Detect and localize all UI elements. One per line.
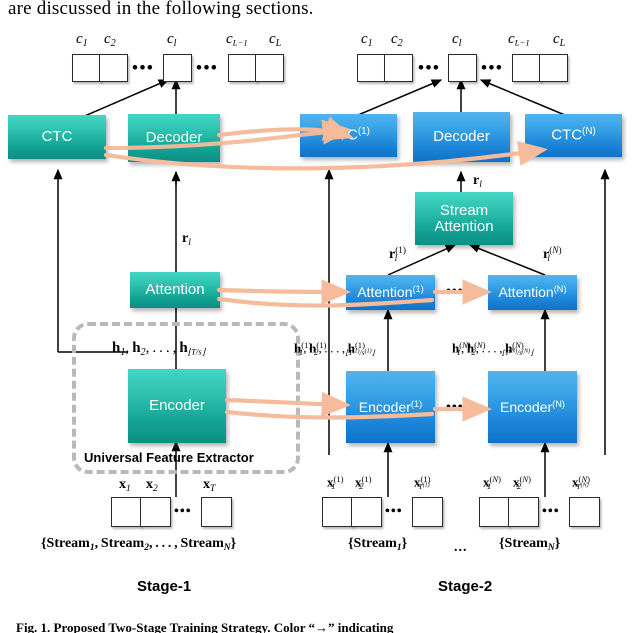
stage2-input-ellipsis-n: •••: [542, 504, 560, 519]
stage2-edge-label-rl-1: r(1)l: [389, 245, 406, 264]
stage1-stream-set-label: {Stream1, Stream2, . . . , StreamN}: [41, 536, 237, 553]
node-stage2-attention-n[interactable]: Attention(N): [488, 275, 577, 310]
stage2-input-label-x1-n: x(N)1: [483, 474, 501, 492]
node-stage2-ctc-1[interactable]: CTC(1): [300, 114, 397, 157]
stage2-input-cell: [322, 497, 353, 527]
stage2-edge-label-h-n: h(N)1, h(N)2, . . . , h(N)⌊T(N)/s(N)⌋: [452, 340, 534, 358]
stage2-output-cell-cl: [448, 54, 477, 82]
stage1-input-cell: [140, 497, 171, 527]
stage1-token-label-c2: c2: [104, 31, 116, 50]
stage2-input-label-xT-1: x(1)T(1): [414, 474, 431, 491]
stage2-input-label-x2-1: x(1)2: [355, 474, 372, 492]
stage1-output-ellipsis-right: •••: [196, 58, 219, 77]
stage2-token-label-cL: cL: [553, 31, 566, 50]
stage1-input-label-xT: xT: [203, 477, 216, 494]
stage1-token-label-cl: cl: [167, 31, 177, 50]
node-stage2-encoder-1-label: Encoder(1): [358, 398, 423, 415]
node-stage2-ctc-n-label: CTC(N): [551, 126, 596, 144]
stage2-output-cell: [539, 54, 568, 82]
node-stage2-attention-n-label: Attention(N): [498, 284, 567, 301]
stage1-output-cell: [228, 54, 257, 82]
stage2-output-cell: [357, 54, 386, 82]
node-stage2-decoder-label: Decoder: [433, 128, 490, 146]
node-stage2-attention-1-label: Attention(1): [357, 284, 424, 301]
node-stage2-decoder[interactable]: Decoder: [413, 112, 510, 162]
stage2-input-label-xT-n: x(N)T(N): [572, 474, 590, 491]
stage1-output-cell: [255, 54, 284, 82]
stage2-input-ellipsis-1: •••: [385, 504, 403, 519]
stage2-input-cell: [412, 497, 443, 527]
node-stage2-encoder-1[interactable]: Encoder(1): [346, 371, 435, 443]
stage2-input-label-x2-n: x(N)2: [513, 474, 531, 492]
stage2-input-cell: [479, 497, 510, 527]
node-stage2-stream-attention-line2: Attention: [434, 217, 494, 235]
stage2-input-cell: [569, 497, 600, 527]
stage2-attention-ellipsis: •••: [446, 284, 464, 299]
node-stage1-ctc-label: CTC: [41, 128, 73, 146]
node-stage2-ctc-1-label: CTC(1): [327, 126, 370, 144]
stage1-edge-label-rl: rl: [182, 231, 191, 248]
stage2-edge-label-rl-n: r(N)l: [543, 245, 562, 264]
node-stage2-stream-attention[interactable]: Stream Attention: [415, 192, 513, 245]
stage2-token-label-c2: c2: [391, 31, 403, 50]
stage1-input-ellipsis: •••: [174, 504, 192, 519]
stage2-stream-between-ellipsis: ...: [454, 540, 468, 555]
stage2-title: Stage-2: [438, 578, 493, 595]
stage1-output-cell: [72, 54, 101, 82]
node-stage2-encoder-n-label: Encoder(N): [500, 398, 565, 415]
stage1-input-cell: [111, 497, 142, 527]
stage2-input-label-x1-1: x(1)1: [327, 474, 344, 492]
stage1-input-label-x1: x1: [119, 477, 131, 494]
stage1-token-label-cL1: cL−1: [226, 31, 248, 48]
stage2-output-ellipsis-right: •••: [481, 58, 504, 77]
stage2-input-cell: [351, 497, 382, 527]
node-stage1-decoder-label: Decoder: [145, 129, 203, 147]
stage2-stream-n-label: {StreamN}: [499, 536, 561, 553]
stage2-stream-1-label: {Stream1}: [348, 536, 408, 553]
node-stage2-ctc-n[interactable]: CTC(N): [525, 114, 622, 157]
stage1-input-label-x2: x2: [146, 477, 158, 494]
stage2-output-cell: [384, 54, 413, 82]
stage2-token-label-cL1: cL−1: [508, 31, 530, 48]
figure-canvas: are discussed in the following sections.: [0, 0, 640, 633]
stage1-output-cell-cl: [163, 54, 192, 82]
universal-feature-extractor-label: Universal Feature Extractor: [84, 450, 254, 465]
node-stage2-stream-attention-line1: Stream: [439, 201, 489, 219]
stage1-input-cell: [201, 497, 232, 527]
node-stage2-encoder-n[interactable]: Encoder(N): [488, 371, 577, 443]
stage1-title: Stage-1: [137, 578, 192, 595]
stage2-token-label-c1: c1: [361, 31, 373, 50]
stage2-output-cell: [512, 54, 541, 82]
stage2-token-label-cl: cl: [452, 31, 462, 50]
stage1-output-cell: [99, 54, 128, 82]
stage1-token-label-cL: cL: [269, 31, 282, 50]
stage2-edge-label-rl: rl: [473, 173, 482, 190]
node-stage2-attention-1[interactable]: Attention(1): [346, 275, 435, 310]
node-stage1-ctc[interactable]: CTC: [8, 115, 106, 159]
stage2-edge-label-h-1: h(1)1, h(1)2, . . . , h(1)⌊T(1)/s(1)⌋: [294, 340, 375, 358]
node-stage1-attention-label: Attention: [145, 281, 205, 299]
stage2-encoder-ellipsis: •••: [446, 400, 464, 415]
stage2-input-cell: [508, 497, 539, 527]
stage2-output-ellipsis-left: •••: [418, 58, 441, 77]
node-stage1-decoder[interactable]: Decoder: [128, 114, 220, 162]
stage1-output-ellipsis-left: •••: [132, 58, 155, 77]
stage1-token-label-c1: c1: [76, 31, 88, 50]
node-stage1-attention[interactable]: Attention: [130, 272, 220, 308]
figure-caption: Fig. 1. Proposed Two-Stage Training Stra…: [16, 620, 394, 633]
